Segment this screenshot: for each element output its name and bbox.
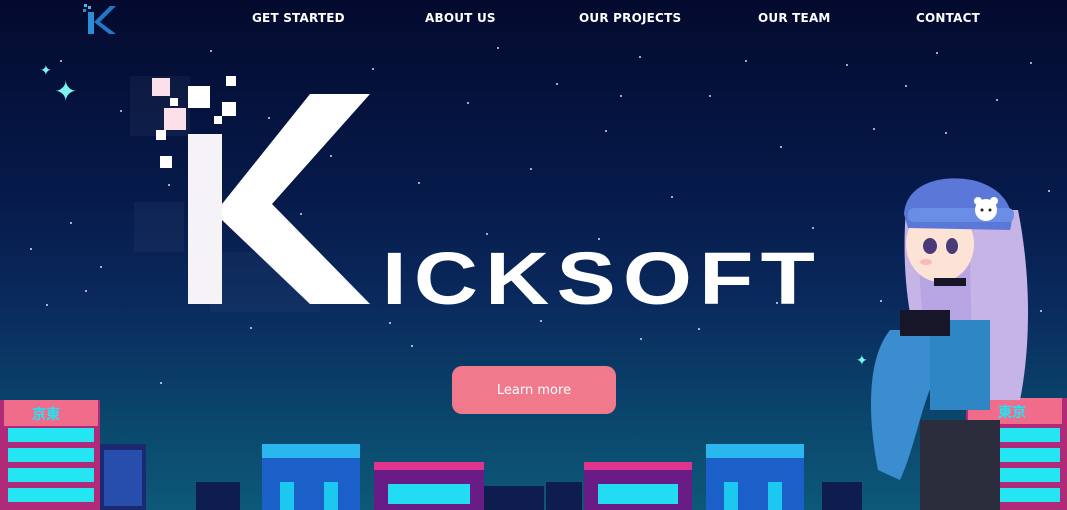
star-dot: [210, 50, 212, 52]
sparkle-star-icon: ✦: [54, 75, 78, 108]
kicksoft-hero-logo: ICKSOFT: [130, 76, 822, 312]
anime-girl-illustration: [870, 178, 1028, 510]
star-dot: [905, 85, 907, 87]
star-dot: [85, 290, 87, 292]
top-navigation: GET STARTED ABOUT US OUR PROJECTS OUR TE…: [0, 0, 1067, 38]
nav-our-team[interactable]: OUR TEAM: [758, 11, 831, 25]
star-dot: [873, 128, 875, 130]
star-dot: [30, 248, 32, 250]
kicksoft-logo-icon[interactable]: [80, 2, 118, 36]
star-dot: [60, 60, 62, 62]
star-dot: [250, 327, 252, 329]
star-dot: [160, 382, 162, 384]
sparkle-star-icon: ✦: [40, 63, 52, 79]
star-dot: [120, 110, 122, 112]
star-dot: [540, 320, 542, 322]
star-dot: [639, 56, 641, 58]
star-dot: [745, 60, 747, 62]
star-dot: [945, 132, 947, 134]
star-dot: [698, 328, 700, 330]
star-dot: [389, 322, 391, 324]
star-dot: [411, 345, 413, 347]
star-dot: [846, 64, 848, 66]
star-dot: [996, 99, 998, 101]
nav-contact[interactable]: CONTACT: [916, 11, 980, 25]
star-dot: [100, 266, 102, 268]
star-dot: [497, 47, 499, 49]
star-dot: [46, 304, 48, 306]
star-dot: [936, 52, 938, 54]
logo-wordmark-text: ICKSOFT: [382, 237, 822, 312]
star-dot: [372, 68, 374, 70]
star-dot: [1030, 62, 1032, 64]
left-neon-sign: 京東: [32, 406, 60, 423]
star-dot: [70, 222, 72, 224]
nav-get-started[interactable]: GET STARTED: [252, 11, 345, 25]
nav-our-projects[interactable]: OUR PROJECTS: [579, 11, 681, 25]
star-dot: [640, 338, 642, 340]
nav-about-us[interactable]: ABOUT US: [425, 11, 496, 25]
